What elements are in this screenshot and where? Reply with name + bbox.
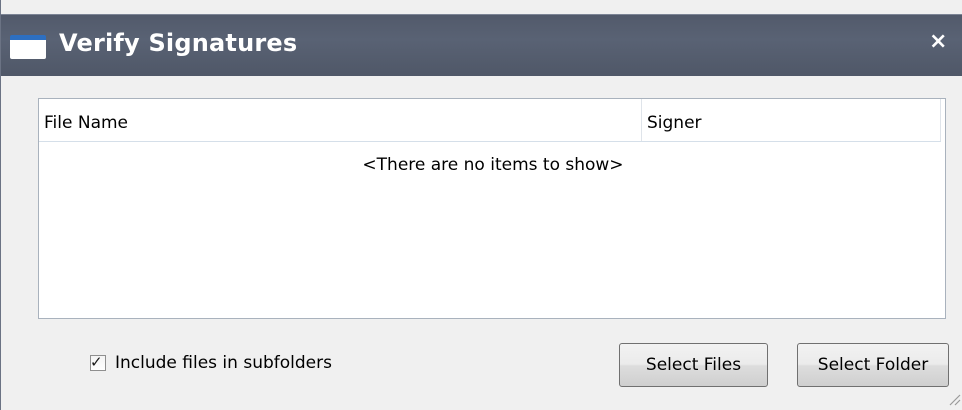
include-subfolders-option[interactable]: ✓ Include files in subfolders — [90, 352, 332, 374]
dialog-content: File Name Signer <There are no items to … — [1, 76, 962, 410]
select-files-button[interactable]: Select Files — [619, 343, 768, 387]
window-icon — [10, 35, 46, 59]
include-subfolders-checkbox[interactable]: ✓ — [90, 353, 106, 371]
select-folder-button[interactable]: Select Folder — [797, 343, 949, 387]
include-subfolders-label: Include files in subfolders — [115, 353, 332, 373]
title-bar[interactable]: Verify Signatures × — [1, 14, 962, 77]
column-header-signer[interactable]: Signer — [642, 99, 941, 141]
verify-signatures-dialog: Verify Signatures × File Name Signer <Th… — [0, 0, 962, 410]
resize-grip-icon[interactable] — [947, 392, 961, 406]
list-header: File Name Signer — [39, 99, 941, 142]
checkmark-icon: ✓ — [90, 353, 103, 371]
empty-list-message: <There are no items to show> — [362, 155, 624, 175]
column-header-file-name[interactable]: File Name — [39, 99, 642, 141]
close-icon[interactable]: × — [929, 29, 947, 54]
dialog-title: Verify Signatures — [59, 29, 298, 57]
files-list[interactable]: File Name Signer <There are no items to … — [38, 98, 946, 319]
